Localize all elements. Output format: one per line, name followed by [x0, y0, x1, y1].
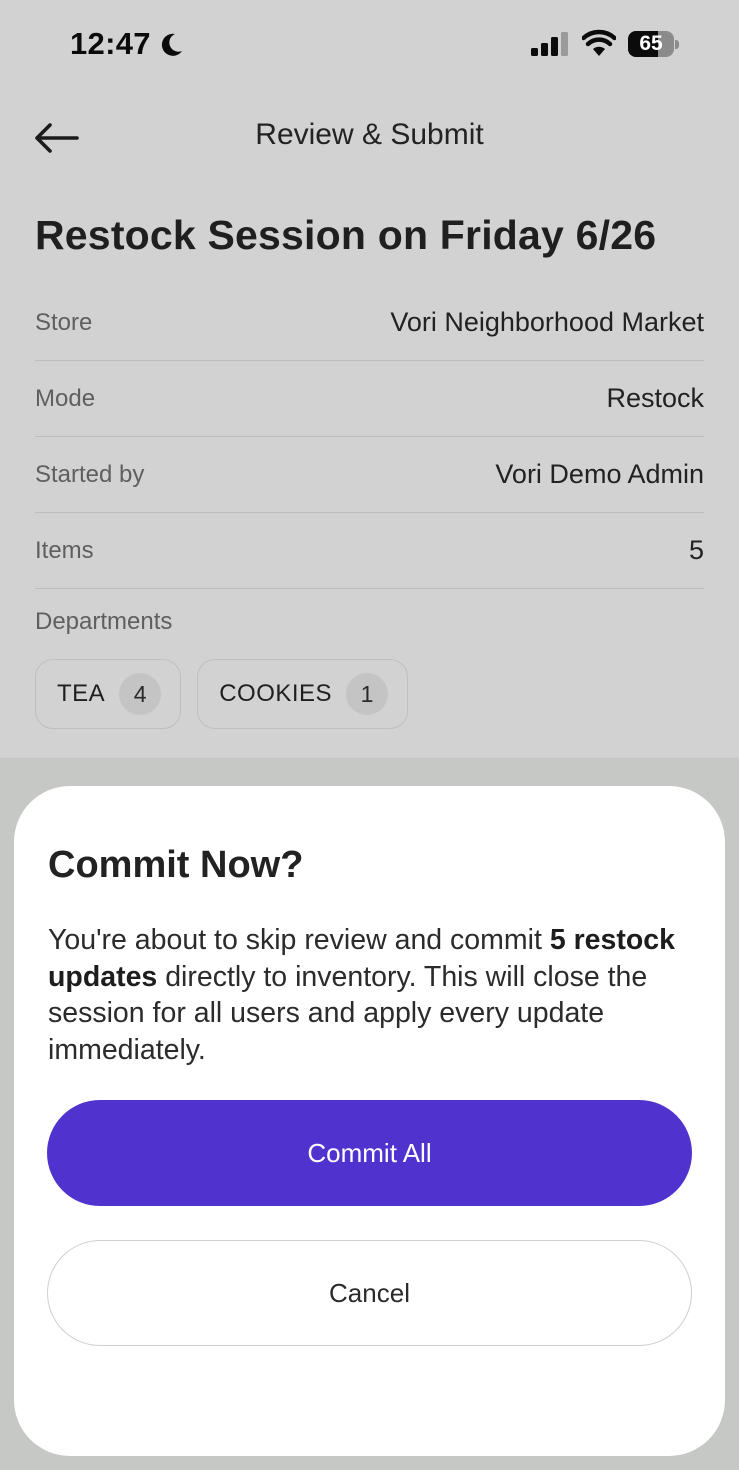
battery-icon: 65	[628, 31, 679, 57]
chip-count-badge: 4	[119, 673, 162, 715]
page-title: Restock Session on Friday 6/26	[35, 212, 657, 258]
session-details: Store Vori Neighborhood Market Mode Rest…	[35, 285, 704, 589]
chip-label: TEA	[57, 680, 106, 707]
cancel-button[interactable]: Cancel	[47, 1240, 692, 1346]
detail-value: Vori Neighborhood Market	[390, 307, 704, 337]
battery-level: 65	[639, 32, 663, 55]
detail-label: Started by	[35, 460, 145, 488]
wifi-icon	[582, 29, 616, 56]
screen: 12:47 65 Review & Submit Restock Session…	[0, 0, 739, 1470]
detail-value: Restock	[606, 383, 704, 413]
chip-count-badge: 1	[346, 673, 389, 715]
modal-body-intro: You're about to skip review and commit	[48, 924, 550, 956]
moon-icon	[161, 33, 182, 56]
department-chip-cookies[interactable]: COOKIES 1	[197, 659, 409, 729]
battery-body: 65	[628, 31, 674, 57]
status-bar: 12:47 65	[0, 0, 739, 90]
modal-title: Commit Now?	[48, 844, 304, 886]
detail-label: Mode	[35, 384, 96, 412]
modal-body: You're about to skip review and commit 5…	[48, 922, 688, 1068]
chip-label: COOKIES	[219, 680, 333, 707]
commit-modal: Commit Now? You're about to skip review …	[14, 786, 725, 1456]
detail-row-mode: Mode Restock	[35, 361, 704, 437]
signal-icon	[531, 32, 568, 56]
detail-label: Items	[35, 536, 94, 564]
detail-row-started-by: Started by Vori Demo Admin	[35, 437, 704, 513]
nav-title: Review & Submit	[255, 118, 484, 151]
battery-cap	[675, 40, 679, 49]
detail-value: 5	[688, 535, 704, 565]
detail-value: Vori Demo Admin	[495, 459, 704, 489]
departments-label: Departments	[35, 608, 173, 635]
department-chips: TEA 4 COOKIES 1	[35, 659, 409, 729]
detail-row-items: Items 5	[35, 513, 704, 589]
department-chip-tea[interactable]: TEA 4	[35, 659, 182, 729]
detail-label: Store	[35, 308, 93, 336]
detail-row-store: Store Vori Neighborhood Market	[35, 285, 704, 361]
commit-all-button[interactable]: Commit All	[47, 1100, 692, 1206]
status-time: 12:47	[70, 26, 151, 61]
